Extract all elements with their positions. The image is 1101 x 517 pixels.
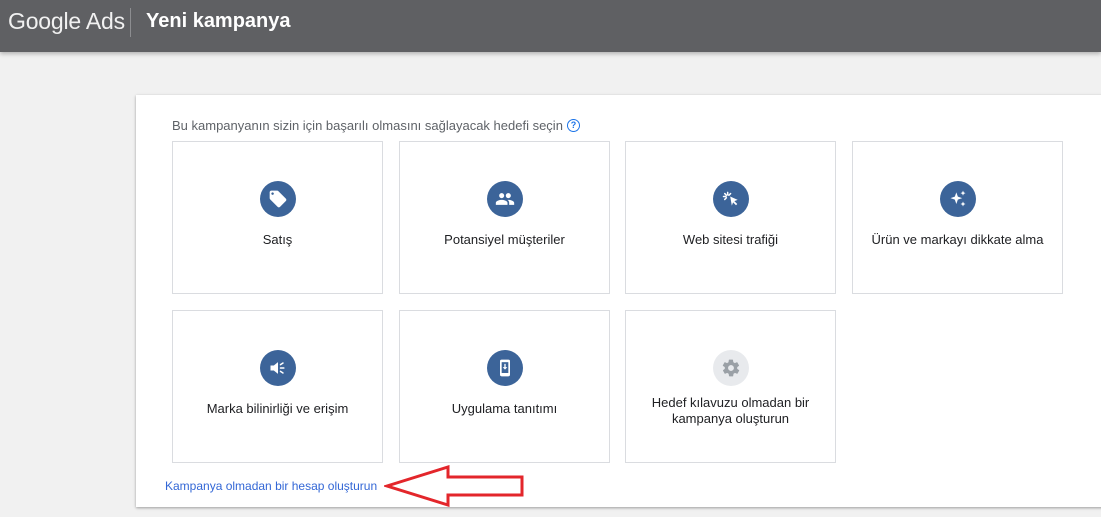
tag-icon <box>259 181 296 217</box>
goal-label: Satış <box>262 232 293 247</box>
goal-tile-leads[interactable]: Potansiyel müşteriler <box>399 141 610 294</box>
goal-tile-brand-awareness[interactable]: Marka bilinirliği ve erişim <box>172 310 383 463</box>
goal-label: Uygulama tanıtımı <box>451 401 558 416</box>
instruction-text: Bu kampanyanın sizin için başarılı olmas… <box>172 118 563 133</box>
goal-label: Marka bilinirliği ve erişim <box>206 401 349 416</box>
goal-label: Web sitesi trafiği <box>682 232 779 247</box>
goal-tile-no-guidance[interactable]: Hedef kılavuzu olmadan bir kampanya oluş… <box>625 310 836 463</box>
gear-icon <box>712 350 749 386</box>
goal-label: Hedef kılavuzu olmadan bir kampanya oluş… <box>651 395 810 426</box>
people-icon <box>486 181 523 217</box>
top-bar: Google Ads Yeni kampanya <box>0 0 1101 52</box>
goal-tile-app-promotion[interactable]: Uygulama tanıtımı <box>399 310 610 463</box>
red-arrow-annotation <box>384 465 524 507</box>
goal-selection-card: Bu kampanyanın sizin için başarılı olmas… <box>136 95 1101 507</box>
phone-download-icon <box>486 350 523 386</box>
cursor-click-icon <box>712 181 749 217</box>
goal-tile-website-traffic[interactable]: Web sitesi trafiği <box>625 141 836 294</box>
header-divider <box>130 8 131 37</box>
help-circle-icon[interactable]: ? <box>566 119 580 132</box>
goal-tile-sales[interactable]: Satış <box>172 141 383 294</box>
goal-instruction: Bu kampanyanın sizin için başarılı olmas… <box>172 118 580 133</box>
goal-label: Ürün ve markayı dikkate alma <box>871 232 1044 247</box>
page-title: Yeni kampanya <box>146 10 291 32</box>
sparkle-icon <box>939 181 976 217</box>
google-ads-logo[interactable]: Google Ads <box>8 8 125 35</box>
goal-tile-consideration[interactable]: Ürün ve markayı dikkate alma <box>852 141 1063 294</box>
megaphone-icon <box>259 350 296 386</box>
create-account-without-campaign-link[interactable]: Kampanya olmadan bir hesap oluşturun <box>165 479 377 493</box>
goal-label: Potansiyel müşteriler <box>444 232 565 247</box>
